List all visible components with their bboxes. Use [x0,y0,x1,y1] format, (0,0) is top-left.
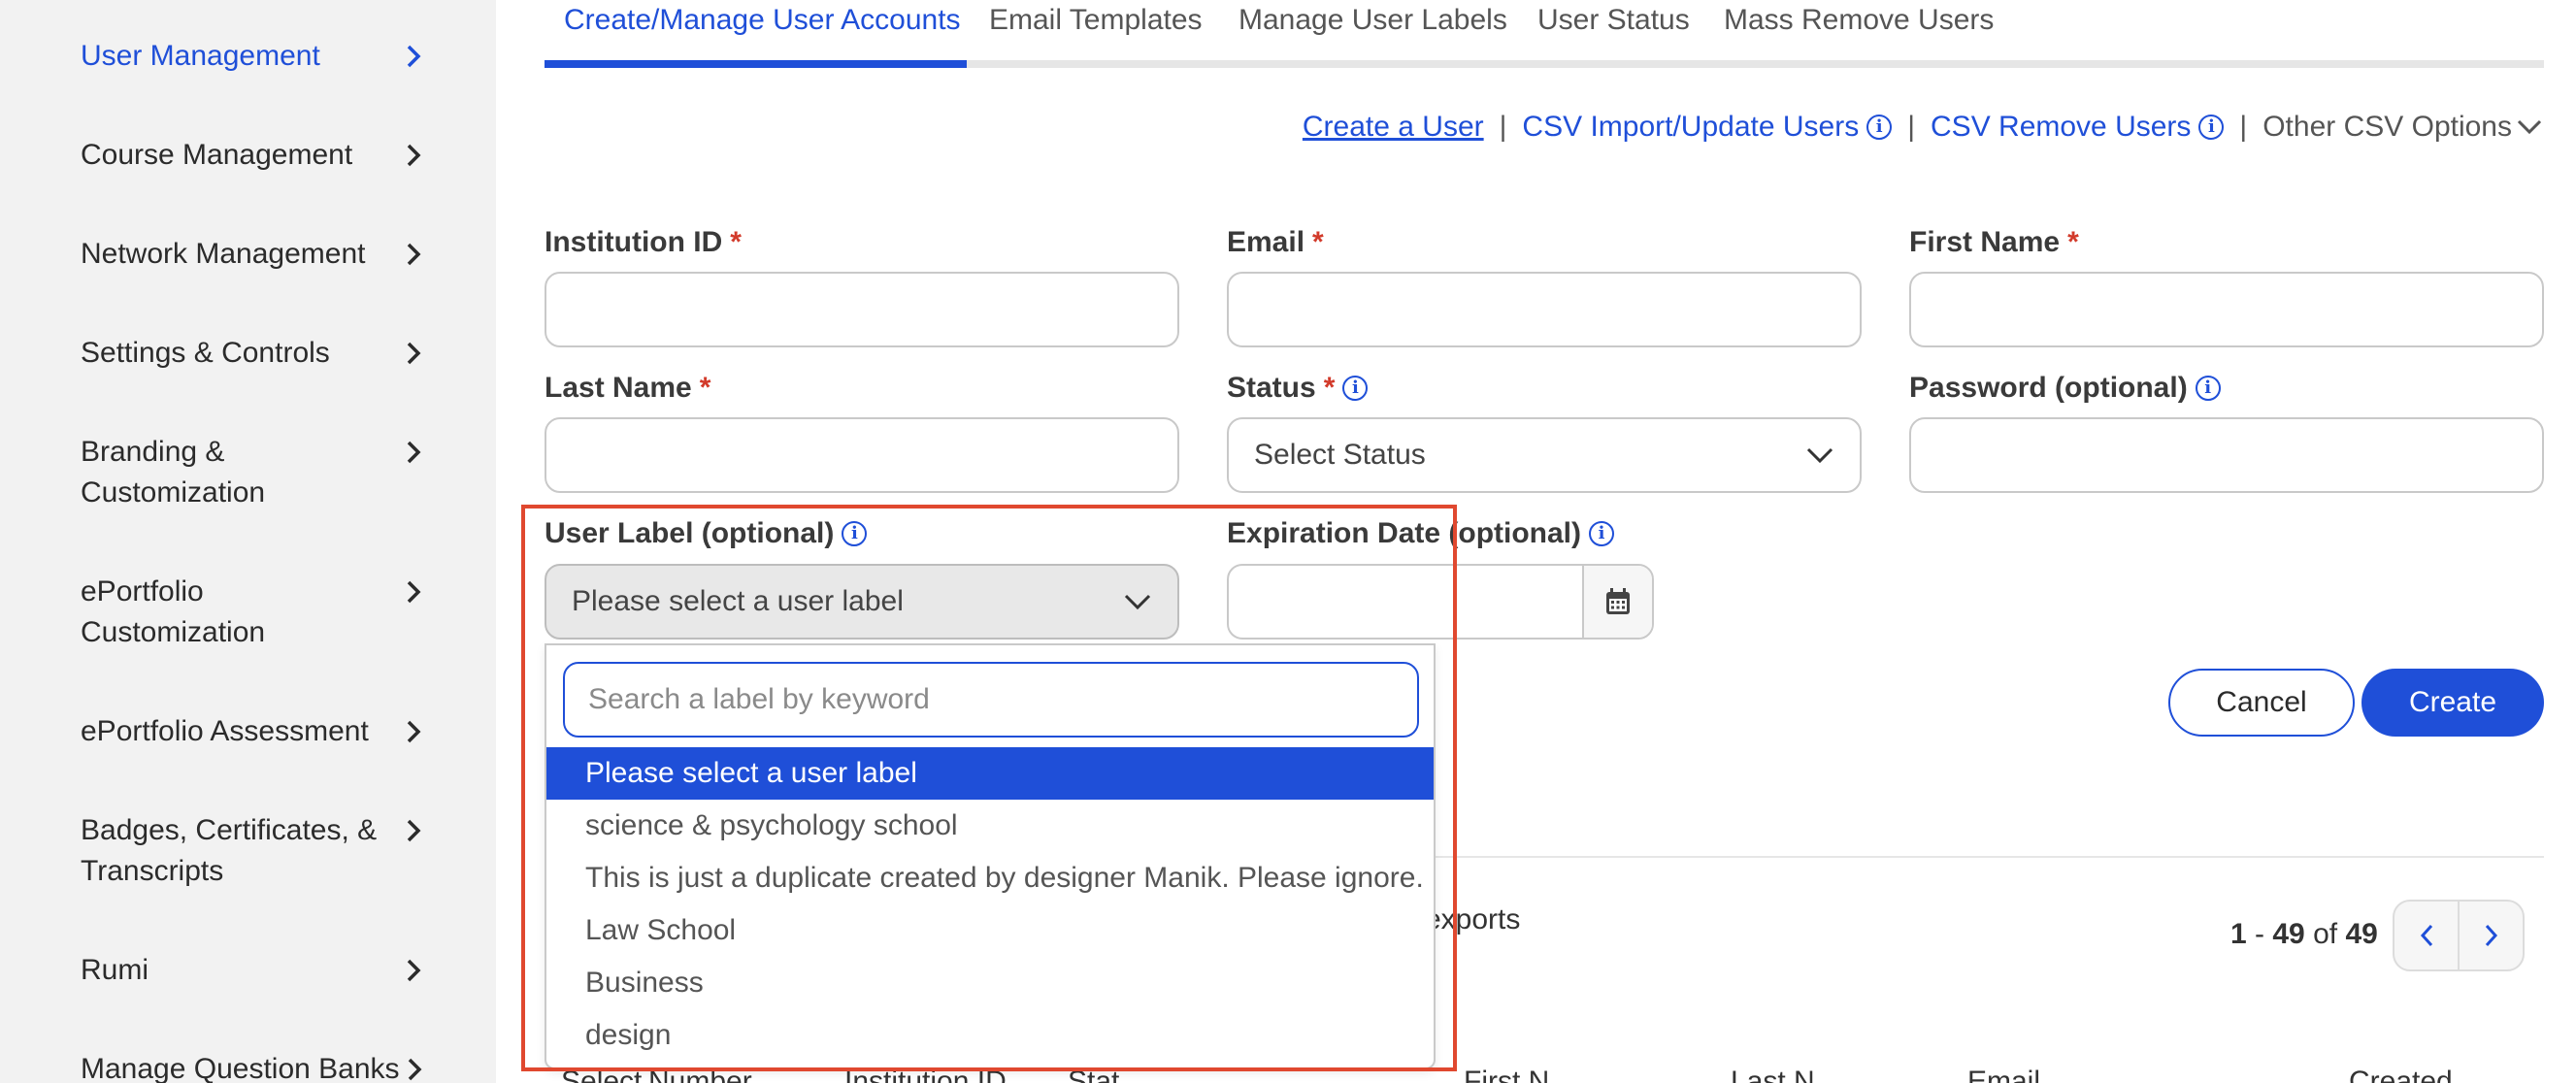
user-label-option[interactable]: Law School [546,904,1434,957]
csv-import-link[interactable]: CSV Import/Update Users [1522,107,1859,148]
info-icon[interactable]: i [842,521,868,546]
password-input[interactable] [1909,417,2544,493]
chevron-down-icon [1806,447,1833,464]
tab-create-manage-user-accounts[interactable]: Create/Manage User Accounts [564,0,961,41]
separator: | [1907,111,1916,143]
sidebar-item-badges-certificates[interactable]: Badges, Certificates, & Transcripts [81,810,430,892]
sidebar-item-label: ePortfolio Customization [81,575,266,648]
status-select[interactable]: Select Status [1227,417,1862,493]
cancel-button[interactable]: Cancel [2168,669,2355,737]
expiration-date-label: Expiration Date (optional) i [1227,514,1615,553]
chevron-right-icon [2485,924,2497,947]
pagination-range: 1 - 49 of 49 [2230,918,2378,950]
table-header-last-name[interactable]: Last N [1731,1066,1815,1083]
sidebar-item-eportfolio-customization[interactable]: ePortfolio Customization [81,572,430,653]
info-icon[interactable]: i [1589,521,1615,546]
other-csv-options-label: Other CSV Options [2262,111,2512,143]
chevron-left-icon [2420,924,2432,947]
info-icon[interactable]: i [2195,376,2221,401]
user-label-option[interactable]: Please select a user label [546,747,1434,800]
sidebar-item-rumi[interactable]: Rumi [81,950,430,991]
chevron-right-icon [397,950,430,991]
institution-id-label: Institution ID * [545,226,742,258]
institution-id-input[interactable] [545,272,1179,347]
last-name-label: Last Name * [545,372,711,404]
calendar-button[interactable] [1582,566,1652,638]
sidebar-item-branding-customization[interactable]: Branding & Customization [81,432,430,513]
chevron-right-icon [400,1049,430,1083]
sidebar-item-label: Manage Question Banks [81,1053,400,1083]
sidebar-item-course-management[interactable]: Course Management [81,135,430,176]
create-user-link[interactable]: Create a User [1303,107,1484,148]
active-tab-indicator [545,60,967,68]
tab-mass-remove-users[interactable]: Mass Remove Users [1724,0,1994,41]
other-csv-options-menu[interactable]: Other CSV Options [2262,107,2543,148]
pagination-controls [2393,900,2525,971]
sidebar-item-label: User Management [81,40,320,72]
sidebar-item-label: ePortfolio Assessment [81,715,369,747]
sidebar-item-label: Course Management [81,139,353,171]
chevron-right-icon [397,333,430,374]
user-label-select-value: Please select a user label [572,585,904,617]
label-search-input[interactable] [563,662,1419,738]
previous-page-button[interactable] [2394,902,2460,969]
sidebar-item-manage-question-banks[interactable]: Manage Question Banks [81,1049,430,1083]
sidebar-item-label: Branding & Customization [81,436,266,509]
tab-email-templates[interactable]: Email Templates [989,0,1203,41]
csv-remove-link[interactable]: CSV Remove Users [1931,107,2191,148]
next-page-button[interactable] [2460,902,2523,969]
email-label: Email * [1227,226,1324,258]
exports-text: exports [1425,903,1521,935]
chevron-down-icon [2517,119,2542,135]
sidebar-item-label: Settings & Controls [81,337,330,369]
user-label-select[interactable]: Please select a user label [545,564,1179,640]
tab-manage-user-labels[interactable]: Manage User Labels [1238,0,1507,41]
first-name-input[interactable] [1909,272,2544,347]
user-label-options: Please select a user label science & psy… [546,747,1434,1062]
user-actions-bar: Create a User | CSV Import/Update Users … [1303,107,2543,148]
calendar-icon [1606,588,1630,614]
status-label: Status * i [1227,369,1369,408]
table-header-first-name[interactable]: First N [1464,1066,1549,1083]
last-name-input[interactable] [545,417,1179,493]
expiration-date-input[interactable] [1227,564,1654,640]
sidebar-item-eportfolio-assessment[interactable]: ePortfolio Assessment [81,711,430,752]
chevron-right-icon [397,135,430,176]
user-label-option[interactable]: Business [546,957,1434,1009]
chevron-right-icon [397,234,430,275]
first-name-label: First Name * [1909,226,2079,258]
info-icon[interactable]: i [1342,376,1369,401]
sidebar-item-label: Badges, Certificates, & Transcripts [81,814,378,887]
sidebar-item-network-management[interactable]: Network Management [81,234,430,275]
separator: | [2239,111,2248,143]
sidebar-item-label: Rumi [81,954,149,986]
chevron-right-icon [397,36,430,77]
create-button[interactable]: Create [2361,669,2544,737]
user-label-dropdown: Please select a user label science & psy… [545,643,1436,1069]
password-label: Password (optional) i [1909,369,2221,408]
table-header-email[interactable]: Email [1967,1066,2040,1083]
user-label-option[interactable]: science & psychology school [546,800,1434,852]
user-label-label: User Label (optional) i [545,514,868,553]
sidebar: User Management Course Management Networ… [0,0,496,1083]
info-icon[interactable]: i [2198,115,2225,140]
user-label-option[interactable]: design [546,1009,1434,1062]
chevron-down-icon [1124,594,1151,610]
email-input[interactable] [1227,272,1862,347]
status-select-value: Select Status [1254,439,1426,471]
separator: | [1499,111,1507,143]
chevron-right-icon [397,711,430,752]
sidebar-item-label: Network Management [81,238,366,270]
tab-user-status[interactable]: User Status [1537,0,1690,41]
table-header-created[interactable]: Created [2349,1066,2453,1083]
chevron-right-icon [397,432,430,473]
chevron-right-icon [397,572,430,612]
user-label-option[interactable]: This is just a duplicate created by desi… [546,852,1434,904]
sidebar-item-user-management[interactable]: User Management [81,36,430,77]
info-icon[interactable]: i [1866,115,1893,140]
sidebar-item-settings-controls[interactable]: Settings & Controls [81,333,430,374]
chevron-right-icon [397,810,430,851]
